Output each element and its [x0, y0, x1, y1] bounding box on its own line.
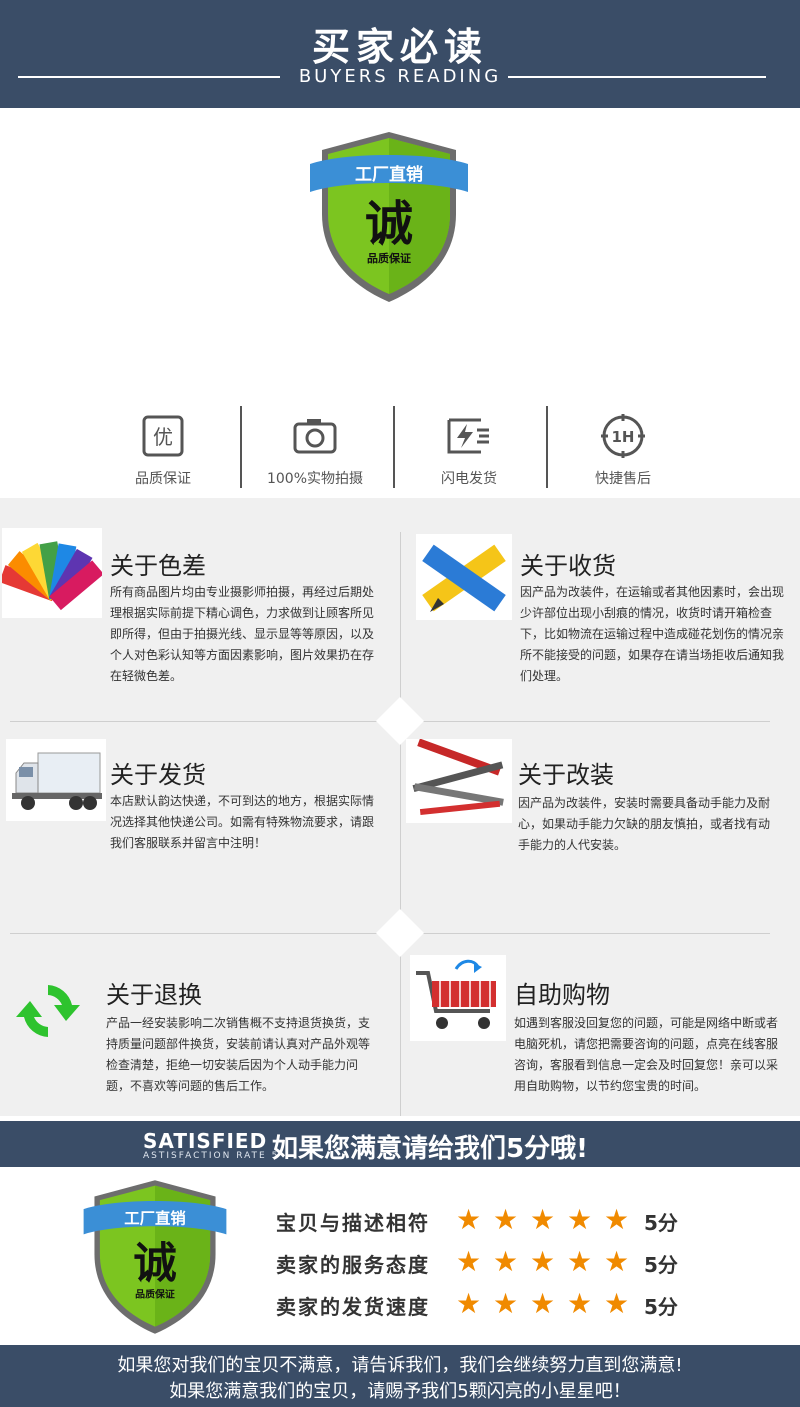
- feature-label: 100%实物拍摄: [266, 471, 364, 487]
- ruler-pencil-icon: [416, 534, 512, 620]
- star-icon: ★: [530, 1287, 556, 1320]
- star-icon: ★: [604, 1203, 630, 1236]
- footer-band: 如果您对我们的宝贝不满意，请告诉我们，我们会继续努力直到您满意! 如果您满意我们…: [0, 1345, 800, 1407]
- cart-icon: [410, 955, 506, 1041]
- rating-label: 宝贝与描述相符: [276, 1211, 430, 1235]
- section-title: 自助购物: [514, 981, 610, 1009]
- star-icon: ★: [456, 1287, 482, 1320]
- section-title: 关于退换: [106, 981, 202, 1009]
- grid-diamond: [375, 908, 425, 958]
- star-icon: ★: [567, 1287, 593, 1320]
- section-text: 所有商品图片均由专业摄影师拍摄，再经过后期处理根据实际前提下精心调色，力求做到让…: [110, 585, 375, 683]
- footer-line-1: 如果您对我们的宝贝不满意，请告诉我们，我们会继续努力直到您满意!: [117, 1355, 683, 1376]
- section-text: 因产品为改装件，在运输或者其他因素时，会出现少许部位出现小刮痕的情况，收货时请开…: [520, 585, 785, 683]
- section-title: 关于改装: [518, 761, 614, 789]
- rating-en-subtitle: ASTISFACTION RATE 5: [143, 1151, 280, 1161]
- header-band: 买家必读 BUYERS READING: [0, 0, 800, 108]
- truck-icon: [6, 739, 106, 821]
- rating-row: 卖家的服务态度 ★ ★ ★ ★ ★ 5分: [276, 1245, 696, 1278]
- star-icon: ★: [456, 1245, 482, 1278]
- star-icon: ★: [493, 1245, 519, 1278]
- section-title: 关于收货: [520, 552, 616, 580]
- rating-label: 卖家的发货速度: [276, 1295, 430, 1319]
- rating-row: 宝贝与描述相符 ★ ★ ★ ★ ★ 5分: [276, 1203, 696, 1236]
- rating-row: 卖家的发货速度 ★ ★ ★ ★ ★ 5分: [276, 1287, 696, 1320]
- feature-label: 闪电发货: [441, 471, 497, 487]
- shield-main-char: 诚: [133, 1239, 176, 1289]
- shield-badge-small: 工厂直销 诚 品质保证: [80, 1172, 230, 1342]
- feature-label: 快捷售后: [595, 471, 651, 487]
- shield-badge: 工厂直销 诚 品质保证: [306, 128, 472, 306]
- header-divider-right: [508, 76, 766, 78]
- shield-main-char: 诚: [365, 196, 413, 252]
- rating-score: 5分: [644, 1253, 678, 1277]
- section-text: 产品一经安装影响二次销售概不支持退货换货，支持质量问题部件换货，安装前请认真对产…: [106, 1016, 371, 1093]
- shield-small-text: 品质保证: [367, 251, 411, 265]
- footer-line-2: 如果您满意我们的宝贝，请赐予我们5颗闪亮的小星星吧！: [169, 1381, 631, 1402]
- grid-diamond: [375, 696, 425, 746]
- refresh-icon: [14, 977, 82, 1045]
- star-icon: ★: [493, 1203, 519, 1236]
- feature-aftersale: 1H 快捷售后: [548, 412, 698, 488]
- star-icon: ★: [567, 1203, 593, 1236]
- info-grid: 关于色差 所有商品图片均由专业摄影师拍摄，再经过后期处理根据实际前提下精心调色，…: [0, 498, 800, 1116]
- feature-photo: 100%实物拍摄: [240, 412, 390, 488]
- page-title: 买家必读: [311, 25, 488, 69]
- shield-small-text: 品质保证: [135, 1288, 175, 1301]
- rating-score: 5分: [644, 1295, 678, 1319]
- feature-quality: 优 品质保证: [88, 412, 238, 488]
- section-text: 因产品为改装件，安装时需要具备动手能力及耐心，如果动手能力欠缺的朋友慎拍，或者找…: [518, 796, 771, 852]
- star-icon: ★: [493, 1287, 519, 1320]
- shield-ribbon-text: 工厂直销: [355, 164, 423, 185]
- star-icon: ★: [530, 1203, 556, 1236]
- tools-icon: [406, 738, 512, 823]
- feature-label: 品质保证: [135, 471, 191, 487]
- section-title: 关于色差: [110, 552, 206, 580]
- clock-1h-icon: 1H: [599, 412, 647, 460]
- feature-shipping: 闪电发货: [394, 412, 544, 488]
- features-row: 优 品质保证 100%实物拍摄 闪电发货 1H 快捷售后: [0, 400, 800, 496]
- star-icon: ★: [456, 1203, 482, 1236]
- grid-divider: [400, 532, 401, 1116]
- rating-score: 5分: [644, 1211, 678, 1235]
- star-icon: ★: [604, 1287, 630, 1320]
- section-text: 如遇到客服没回复您的问题，可能是网络中断或者电脑死机，请您把需要咨询的问题，点亮…: [514, 1016, 779, 1093]
- color-swatch-icon: [0, 528, 104, 618]
- camera-icon: [291, 412, 339, 460]
- star-icon: ★: [604, 1245, 630, 1278]
- quality-icon: 优: [139, 412, 187, 460]
- rating-cn-title: 如果您满意请给我们5分哦!: [272, 1134, 588, 1164]
- svg-text:1H: 1H: [612, 428, 635, 446]
- rating-label: 卖家的服务态度: [276, 1253, 430, 1277]
- shield-icon: 工厂直销 诚 品质保证: [310, 132, 468, 302]
- rating-en-title: SATISFIED: [143, 1129, 268, 1153]
- section-text: 本店默认韵达快递，不可到达的地方，根据实际情况选择其他快递公司。如需有特殊物流要…: [110, 794, 375, 850]
- star-icon: ★: [530, 1245, 556, 1278]
- lightning-icon: [445, 412, 493, 460]
- shield-ribbon-text: 工厂直销: [124, 1209, 186, 1228]
- rating-band: SATISFIED ASTISFACTION RATE 5 如果您满意请给我们5…: [0, 1121, 800, 1167]
- svg-text:优: 优: [153, 425, 173, 449]
- shield-icon: 工厂直销 诚 品质保证: [83, 1180, 227, 1334]
- star-icon: ★: [567, 1245, 593, 1278]
- section-title: 关于发货: [110, 761, 206, 789]
